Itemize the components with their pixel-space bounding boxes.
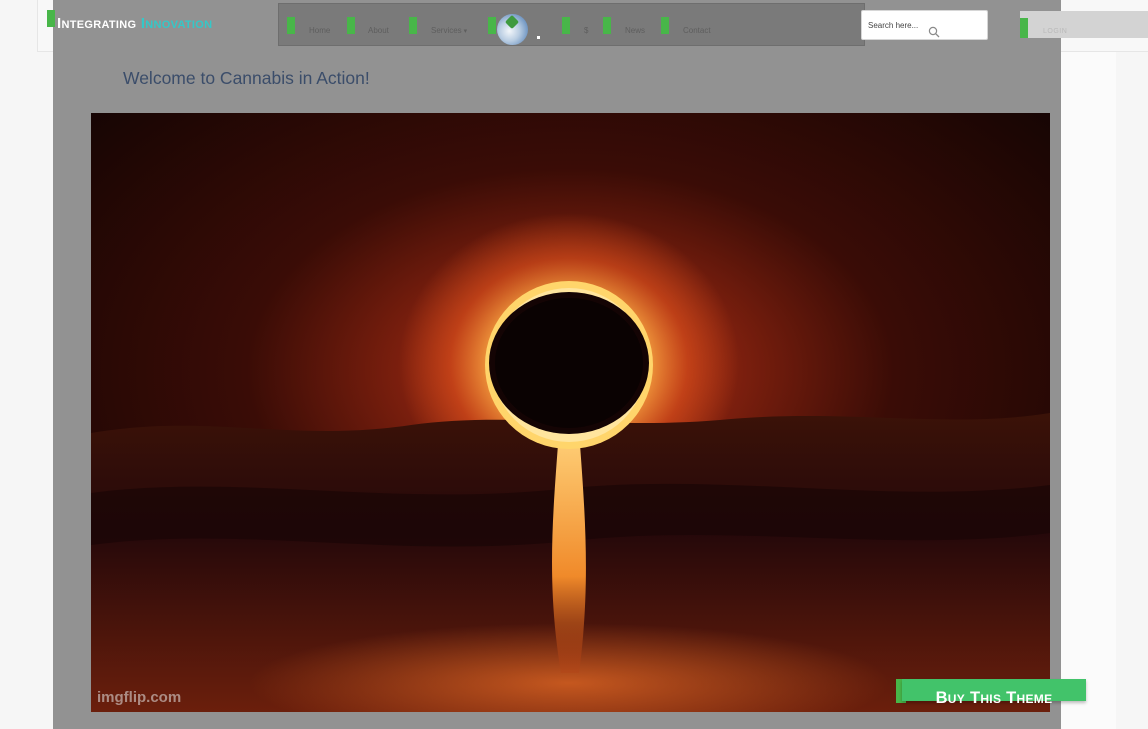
login-label: LOGIN [1043, 28, 1068, 35]
search-input[interactable] [868, 18, 956, 32]
nav-marker [409, 17, 417, 34]
nav-services[interactable]: Services [431, 26, 467, 35]
nav-contact[interactable]: Contact [683, 26, 711, 35]
nav-marker [603, 17, 611, 34]
nav-home[interactable]: Home [309, 26, 330, 35]
brand-accent-text: Innovation [140, 15, 213, 32]
buy-theme-button[interactable]: Buy This Theme [902, 679, 1086, 707]
nav-marker [661, 17, 669, 34]
main-navigation [278, 3, 865, 46]
nav-dot [537, 36, 540, 39]
welcome-heading: Welcome to Cannabis in Action! [123, 68, 370, 88]
nav-about[interactable]: About [368, 26, 389, 35]
nav-marker [562, 17, 570, 34]
hero-watermark: imgflip.com [97, 689, 182, 706]
brand-text: Integrating [57, 15, 141, 32]
brand-marker [47, 10, 55, 27]
hero-image: imgflip.com [91, 113, 1050, 712]
buy-theme-cta[interactable]: Buy This Theme [896, 679, 1086, 707]
login-button[interactable]: LOGIN [1020, 11, 1148, 38]
right-side-panel [1060, 0, 1116, 729]
eclipse-illustration [91, 113, 1050, 712]
nav-marker [488, 17, 496, 34]
nav-news[interactable]: News [625, 26, 645, 35]
nav-marker [287, 17, 295, 34]
nav-marker [347, 17, 355, 34]
site-brand[interactable]: Integrating Innovation [57, 15, 212, 32]
search-box [861, 10, 988, 40]
cannabis-leaf-logo-icon[interactable] [497, 14, 528, 45]
nav-dollar[interactable]: $ [584, 26, 588, 35]
login-marker [1020, 18, 1028, 38]
search-icon[interactable] [928, 26, 940, 38]
